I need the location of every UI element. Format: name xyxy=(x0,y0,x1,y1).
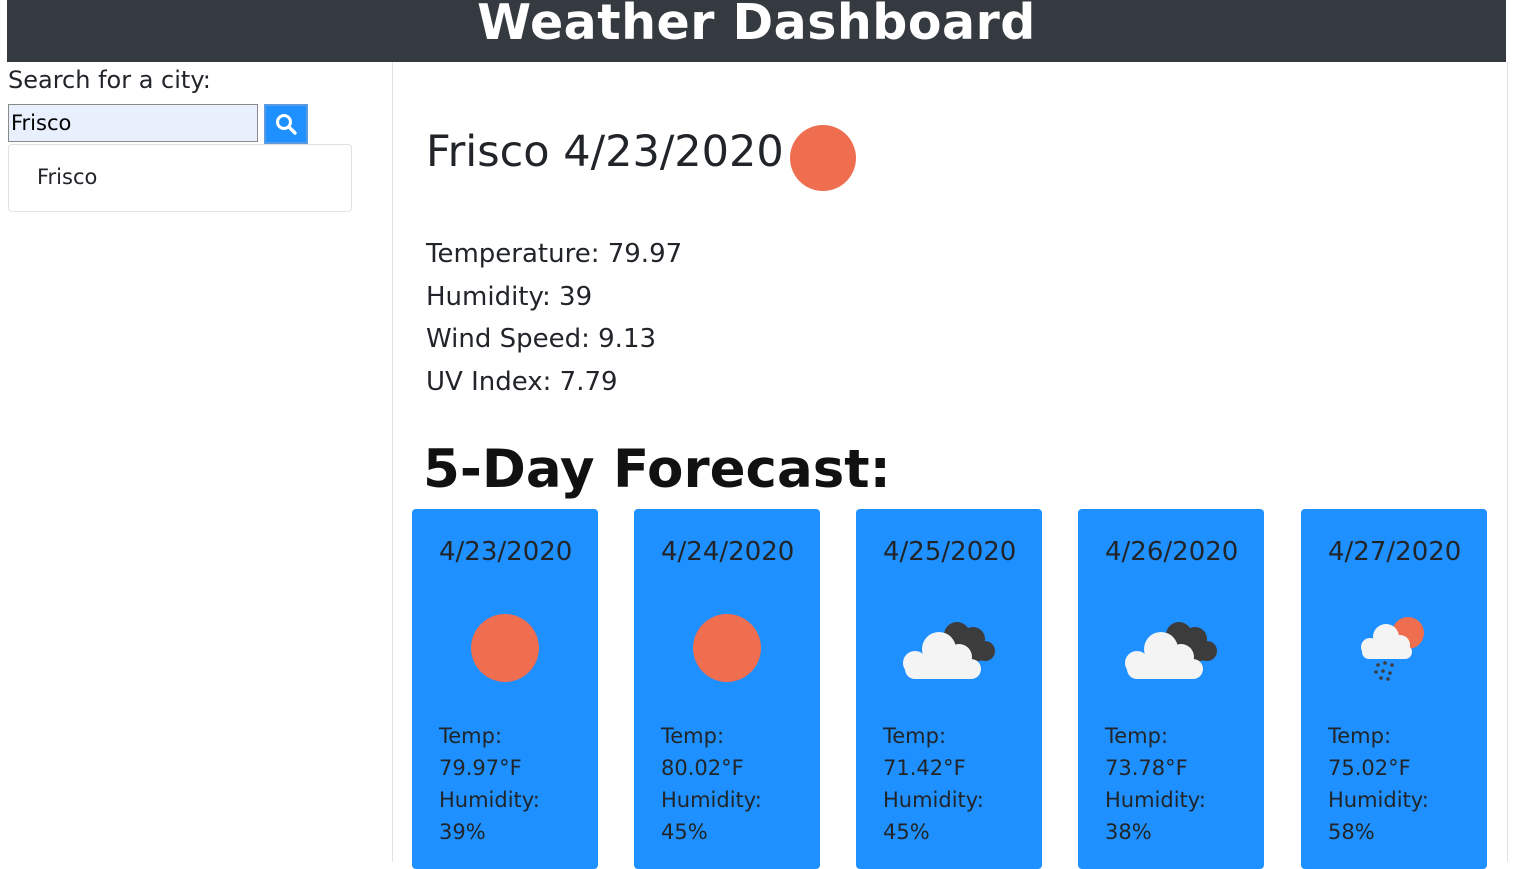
search-button[interactable] xyxy=(264,104,308,144)
sun-icon xyxy=(693,614,761,682)
forecast-card: 4/26/2020 Temp: 73.78°F Humidity: 38% xyxy=(1078,509,1264,869)
main-panel: Frisco 4/23/2020 Temperature: 79.97 Humi… xyxy=(392,62,1508,869)
humidity-label: Humidity: xyxy=(1328,788,1429,812)
forecast-date: 4/26/2020 xyxy=(1105,537,1239,567)
forecast-details: Temp: 73.78°F Humidity: 38% xyxy=(1105,720,1206,848)
forecast-icon-wrap xyxy=(412,613,598,693)
forecast-card: 4/23/2020 Temp: 79.97°F Humidity: 39% xyxy=(412,509,598,869)
forecast-card: 4/24/2020 Temp: 80.02°F Humidity: 45% xyxy=(634,509,820,869)
forecast-details: Temp: 71.42°F Humidity: 45% xyxy=(883,720,984,848)
forecast-details: Temp: 75.02°F Humidity: 58% xyxy=(1328,720,1429,848)
temp-label: Temp: xyxy=(439,724,503,748)
forecast-icon-wrap xyxy=(634,613,820,693)
uv-index-value: UV Index: 7.79 xyxy=(426,366,618,397)
forecast-icon-wrap xyxy=(856,613,1042,693)
temp-label: Temp: xyxy=(883,724,947,748)
forecast-details: Temp: 80.02°F Humidity: 45% xyxy=(661,720,762,848)
search-icon xyxy=(276,114,297,135)
city-search-input[interactable] xyxy=(8,104,258,142)
temperature-value: Temperature: 79.97 xyxy=(426,239,683,269)
search-label: Search for a city: xyxy=(8,66,211,94)
humidity-label: Humidity: xyxy=(883,788,984,812)
temp-value: 71.42°F xyxy=(883,756,966,780)
humidity-label: Humidity: xyxy=(1105,788,1206,812)
forecast-icon-wrap xyxy=(1078,613,1264,693)
current-stats: Temperature: 79.97 Humidity: 39 Wind Spe… xyxy=(426,234,682,404)
humidity-value: 58% xyxy=(1328,820,1375,844)
humidity-label: Humidity: xyxy=(661,788,762,812)
cloudy-icon xyxy=(903,622,995,679)
current-city-title: Frisco 4/23/2020 xyxy=(426,127,784,177)
forecast-card: 4/27/2020 Temp: 75.02°F Humidity: 58% xyxy=(1301,509,1487,869)
history-item[interactable]: Frisco xyxy=(9,145,351,209)
humidity-value: 38% xyxy=(1105,820,1152,844)
temp-label: Temp: xyxy=(1328,724,1392,748)
temp-label: Temp: xyxy=(661,724,725,748)
humidity-value: Humidity: 39 xyxy=(426,281,593,312)
sun-icon xyxy=(471,614,539,682)
forecast-details: Temp: 79.97°F Humidity: 39% xyxy=(439,720,540,848)
search-sidebar: Search for a city: Frisco xyxy=(8,62,368,212)
temp-value: 79.97°F xyxy=(439,756,522,780)
humidity-label: Humidity: xyxy=(439,788,540,812)
cloudy-icon xyxy=(1125,622,1217,679)
sun-icon xyxy=(790,125,856,191)
forecast-title: 5-Day Forecast: xyxy=(423,439,891,500)
page-title: Weather Dashboard xyxy=(477,0,1036,51)
temp-value: 73.78°F xyxy=(1105,756,1188,780)
forecast-date: 4/27/2020 xyxy=(1328,537,1462,567)
humidity-value: 45% xyxy=(661,820,708,844)
humidity-value: 39% xyxy=(439,820,486,844)
forecast-card: 4/25/2020 Temp: 71.42°F Humidity: 45% xyxy=(856,509,1042,869)
temp-label: Temp: xyxy=(1105,724,1169,748)
search-history-list: Frisco xyxy=(8,144,352,212)
forecast-date: 4/24/2020 xyxy=(661,537,795,567)
rain-sun-icon xyxy=(1361,617,1424,681)
wind-speed-value: Wind Speed: 9.13 xyxy=(426,324,657,354)
temp-value: 80.02°F xyxy=(661,756,744,780)
app-header: Weather Dashboard xyxy=(7,0,1506,62)
forecast-icon-wrap xyxy=(1301,613,1487,693)
forecast-date: 4/25/2020 xyxy=(883,537,1017,567)
search-row xyxy=(8,104,308,144)
humidity-value: 45% xyxy=(883,820,930,844)
forecast-date: 4/23/2020 xyxy=(439,537,573,567)
temp-value: 75.02°F xyxy=(1328,756,1411,780)
